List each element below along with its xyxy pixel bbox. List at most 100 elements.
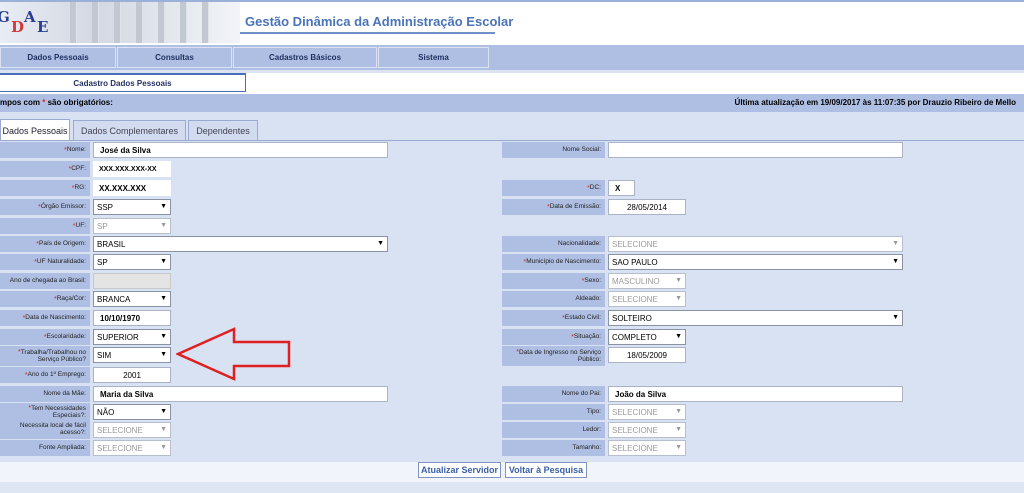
- municipio-nascimento-select[interactable]: SAO PAULO ▼: [608, 254, 903, 270]
- label-cpf: * CPF:: [0, 161, 90, 177]
- data-nascimento-field[interactable]: 10/10/1970: [93, 310, 171, 326]
- gdae-logo: GDAE: [0, 8, 49, 36]
- logo-banner: GDAE: [0, 2, 240, 43]
- sexo-select[interactable]: MASCULINO ▼: [608, 273, 686, 289]
- tab-dados-pessoais[interactable]: Dados Pessoais: [0, 119, 70, 141]
- voltar-pesquisa-button[interactable]: Voltar à Pesquisa: [505, 462, 587, 478]
- label-orgao-emissor: * Órgão Emissor:: [0, 199, 90, 215]
- label-escolaridade: * Escolaridade:: [0, 329, 90, 345]
- atualizar-servidor-button[interactable]: Atualizar Servidor: [418, 462, 501, 478]
- label-aldeado: Aldeado:: [502, 291, 605, 307]
- dropdown-arrow-icon: ▼: [675, 426, 682, 433]
- required-fields-note: mpos com * são obrigatórios:: [0, 98, 113, 107]
- app-title: Gestão Dinâmica da Administração Escolar: [245, 14, 514, 29]
- tab-dependentes[interactable]: Dependentes: [188, 120, 258, 140]
- label-tipo: Tipo:: [502, 404, 605, 420]
- label-raca-cor: * Raça/Cor:: [0, 291, 90, 307]
- tamanho-select[interactable]: SELECIONE ▼: [608, 440, 686, 456]
- nav-consultas[interactable]: Consultas: [117, 47, 232, 68]
- fonte-ampliada-select[interactable]: SELECIONE ▼: [93, 440, 171, 456]
- ledor-select[interactable]: SELECIONE ▼: [608, 422, 686, 438]
- dropdown-arrow-icon: ▼: [675, 277, 682, 284]
- label-ano-chegada: Ano de chegada ao Brasil:: [0, 273, 90, 289]
- label-local-facil-acesso: Necessita local de fácil acesso?:: [0, 421, 90, 439]
- label-tamanho: Tamanho:: [502, 440, 605, 456]
- tab-dados-complementares[interactable]: Dados Complementares: [73, 120, 186, 140]
- dropdown-arrow-icon: ▼: [675, 444, 682, 451]
- aldeado-select[interactable]: SELECIONE ▼: [608, 291, 686, 307]
- nav-sistema[interactable]: Sistema: [378, 47, 489, 68]
- label-nome-pai: Nome do Pai:: [502, 386, 605, 402]
- rg-field[interactable]: XX.XXX.XXX: [93, 180, 171, 196]
- label-municipio-nascimento: * Município de Nascimento:: [502, 254, 605, 270]
- dropdown-arrow-icon: ▼: [377, 240, 384, 247]
- dc-field[interactable]: X: [608, 180, 635, 196]
- dropdown-arrow-icon: ▼: [160, 408, 167, 415]
- info-bar: mpos com * são obrigatórios: Última atua…: [0, 94, 1024, 112]
- nav-dados-pessoais[interactable]: Dados Pessoais: [0, 47, 116, 68]
- label-trabalha-servico-publico: *Trabalha/Trabalhou no Serviço Público?: [0, 346, 90, 366]
- dropdown-arrow-icon: ▼: [160, 222, 167, 229]
- nav-cadastros-basicos[interactable]: Cadastros Básicos: [233, 47, 377, 68]
- label-estado-civil: * Estado Civil:: [502, 310, 605, 326]
- dropdown-arrow-icon: ▼: [675, 295, 682, 302]
- nome-mae-field[interactable]: Maria da Silva: [93, 386, 388, 402]
- trabalha-servico-publico-select[interactable]: SIM ▼: [93, 347, 171, 363]
- label-ledor: Ledor:: [502, 422, 605, 438]
- dropdown-arrow-icon: ▼: [160, 295, 167, 302]
- dropdown-arrow-icon: ▼: [160, 333, 167, 340]
- cpf-field[interactable]: XXX.XXX.XXX-XX: [93, 161, 171, 177]
- label-uf: * UF:: [0, 218, 90, 234]
- uf-naturalidade-select[interactable]: SP ▼: [93, 254, 171, 270]
- dropdown-arrow-icon: ▼: [160, 426, 167, 433]
- nome-field[interactable]: José da Silva: [93, 142, 388, 158]
- label-ano-primeiro-emprego: * Ano do 1º Emprego:: [0, 367, 90, 383]
- dropdown-arrow-icon: ▼: [160, 351, 167, 358]
- label-nome: * Nome:: [0, 142, 90, 158]
- label-nome-social: Nome Social:: [502, 142, 605, 158]
- nome-social-field[interactable]: [608, 142, 903, 158]
- subnav-cadastro-dados-pessoais[interactable]: Cadastro Dados Pessoais: [0, 73, 246, 92]
- data-emissao-field[interactable]: 28/05/2014: [608, 199, 686, 215]
- local-facil-acesso-select[interactable]: SELECIONE ▼: [93, 422, 171, 438]
- estado-civil-select[interactable]: SOLTEIRO ▼: [608, 310, 903, 326]
- data-ingresso-field[interactable]: 18/05/2009: [608, 347, 686, 363]
- label-data-ingresso: *Data de Ingresso no Serviço Público:: [502, 346, 605, 366]
- label-data-nascimento: * Data de Nascimento:: [0, 310, 90, 326]
- label-pais-origem: * País de Origem:: [0, 236, 90, 252]
- last-update-text: Última atualização em 19/09/2017 às 11:0…: [734, 98, 1016, 107]
- app-window: GDAE Gestão Dinâmica da Administração Es…: [0, 0, 1024, 493]
- dropdown-arrow-icon: ▼: [160, 444, 167, 451]
- ano-primeiro-emprego-field[interactable]: 2001: [93, 367, 171, 383]
- tipo-select[interactable]: SELECIONE ▼: [608, 404, 686, 420]
- label-nome-mae: Nome da Mãe:: [0, 386, 90, 402]
- dropdown-arrow-icon: ▼: [892, 258, 899, 265]
- orgao-emissor-select[interactable]: SSP ▼: [93, 199, 171, 215]
- label-fonte-ampliada: Fonte Ampliada:: [0, 440, 90, 456]
- label-nacionalidade: Nacionalidade:: [502, 236, 605, 252]
- dropdown-arrow-icon: ▼: [892, 240, 899, 247]
- dropdown-arrow-icon: ▼: [675, 408, 682, 415]
- escolaridade-select[interactable]: SUPERIOR ▼: [93, 329, 171, 345]
- nacionalidade-select[interactable]: SELECIONE ▼: [608, 236, 903, 252]
- label-necessidades-especiais: *Tem Necessidades Especiais?:: [0, 403, 90, 421]
- tab-divider: [0, 140, 1024, 141]
- pais-origem-select[interactable]: BRASIL ▼: [93, 236, 388, 252]
- label-sexo: * Sexo:: [502, 273, 605, 289]
- uf-select[interactable]: SP ▼: [93, 218, 171, 234]
- ano-chegada-field: [93, 273, 171, 289]
- nome-pai-field[interactable]: João da Silva: [608, 386, 903, 402]
- dropdown-arrow-icon: ▼: [160, 203, 167, 210]
- label-situacao: * Situação:: [502, 329, 605, 345]
- title-underline: [240, 32, 495, 34]
- dropdown-arrow-icon: ▼: [160, 258, 167, 265]
- necessidades-especiais-select[interactable]: NÃO ▼: [93, 404, 171, 420]
- dropdown-arrow-icon: ▼: [892, 314, 899, 321]
- dropdown-arrow-icon: ▼: [675, 333, 682, 340]
- raca-cor-select[interactable]: BRANCA ▼: [93, 291, 171, 307]
- label-dc: * DC:: [502, 180, 605, 196]
- red-arrow-icon: [176, 327, 291, 381]
- label-rg: * RG:: [0, 180, 90, 196]
- situacao-select[interactable]: COMPLETO ▼: [608, 329, 686, 345]
- label-data-emissao: * Data de Emissão:: [502, 199, 605, 215]
